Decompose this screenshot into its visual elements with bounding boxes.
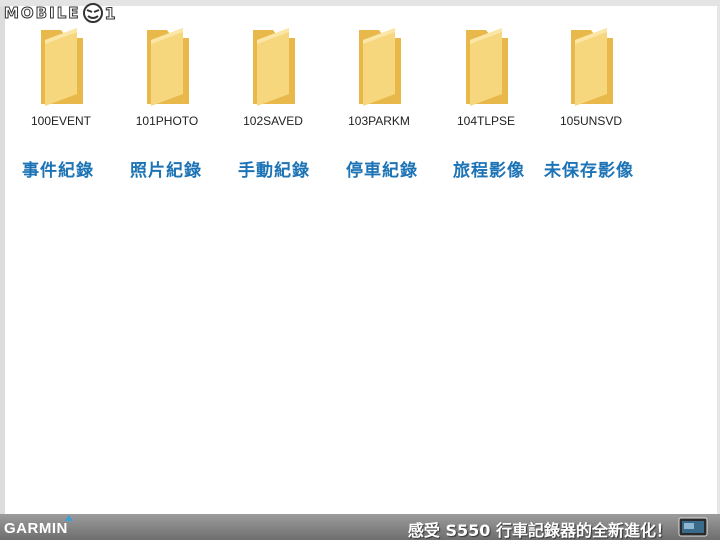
folder-104tlpse[interactable]: 104TLPSE xyxy=(441,26,531,136)
logo-text: MOBILE xyxy=(4,4,81,23)
footer-slogan: 感受 S550 行車記錄器的全新進化！ xyxy=(407,521,672,540)
garmin-logo: GARMIN xyxy=(4,520,68,537)
folder-name: 100EVENT xyxy=(30,114,92,128)
folder-icon xyxy=(228,26,318,110)
folder-icon xyxy=(16,26,106,110)
folder-103parkm[interactable]: 103PARKM xyxy=(334,26,424,136)
folder-grid: 100EVENT 101PHOTO 102SAVED 103PARKM 104T… xyxy=(0,26,720,136)
folder-icon xyxy=(122,26,212,110)
caption-event: 事件紀錄 xyxy=(22,161,94,181)
footer-bar: GARMIN 感受 S550 行車記錄器的全新進化！ xyxy=(0,514,720,540)
caption-parking: 停車紀錄 xyxy=(346,161,418,181)
folder-icon xyxy=(334,26,424,110)
caption-timelapse: 旅程影像 xyxy=(453,161,525,181)
folder-name: 101PHOTO xyxy=(135,114,199,128)
folder-icon xyxy=(546,26,636,110)
folder-105unsvd[interactable]: 105UNSVD xyxy=(546,26,636,136)
mobile01-logo: MOBILE 1 xyxy=(4,2,118,24)
folder-icon xyxy=(441,26,531,110)
caption-saved: 手動紀錄 xyxy=(238,161,310,181)
folder-name: 103PARKM xyxy=(348,114,410,128)
caption-photo: 照片紀錄 xyxy=(130,161,202,181)
dashcam-device-icon xyxy=(676,515,710,539)
logo-face-icon xyxy=(82,2,104,24)
folder-101photo[interactable]: 101PHOTO xyxy=(122,26,212,136)
folder-name: 102SAVED xyxy=(243,114,303,128)
caption-unsaved: 未保存影像 xyxy=(544,161,634,181)
logo-suffix: 1 xyxy=(104,3,118,23)
folder-100event[interactable]: 100EVENT xyxy=(16,26,106,136)
folder-name: 104TLPSE xyxy=(456,114,516,128)
folder-102saved[interactable]: 102SAVED xyxy=(228,26,318,136)
folder-name: 105UNSVD xyxy=(559,114,623,128)
